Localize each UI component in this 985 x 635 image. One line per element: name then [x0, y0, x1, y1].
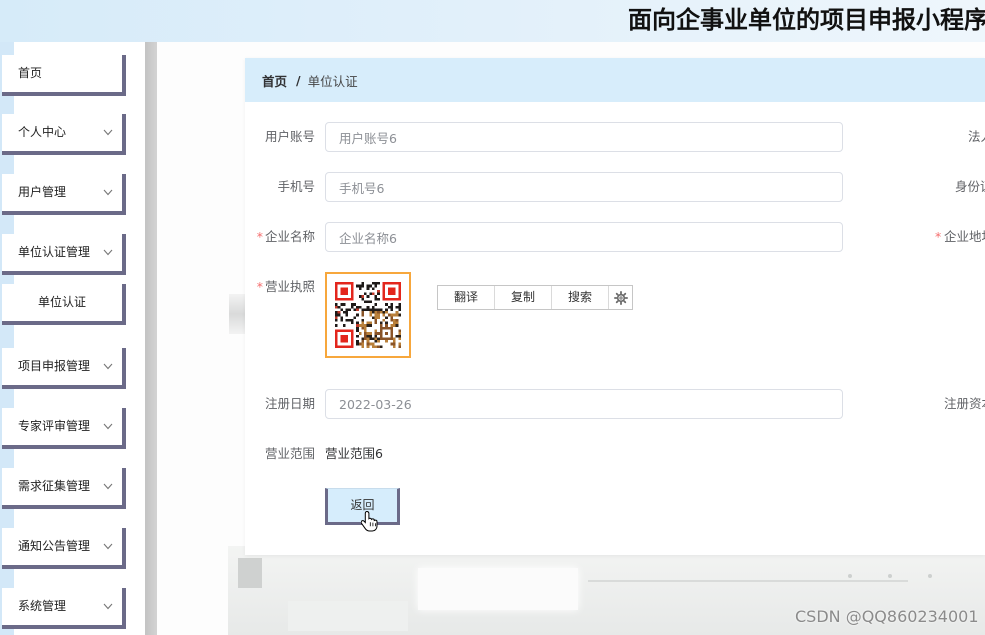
- form-label-company-address: *企业地址: [935, 222, 985, 252]
- background-shape: [928, 574, 932, 578]
- form-label-text: 企业地址: [944, 229, 985, 244]
- background-shape: [418, 568, 578, 610]
- sidebar-item-label: 个人中心: [18, 125, 67, 139]
- sidebar-item-expert-review-management[interactable]: 专家评审管理: [2, 408, 126, 449]
- sidebar-item-project-application-management[interactable]: 项目申报管理: [2, 348, 126, 389]
- required-mark: *: [935, 229, 942, 244]
- background-shape: [848, 574, 852, 578]
- background-shape: [288, 601, 408, 631]
- hand-pointer-icon: [361, 510, 378, 532]
- form-label-legal-person: 法人: [968, 129, 985, 144]
- search-button[interactable]: 搜索: [552, 286, 609, 309]
- sidebar-item-personal-center[interactable]: 个人中心: [2, 114, 126, 155]
- app-title: 面向企事业单位的项目申报小程序: [628, 6, 985, 34]
- phone-field[interactable]: [325, 172, 843, 202]
- sidebar-item-demand-collection-management[interactable]: 需求征集管理: [2, 468, 126, 509]
- form-label-id-card: 身份证: [955, 179, 985, 194]
- form-label-text: 营业执照: [264, 279, 315, 294]
- sidebar-item-system-management[interactable]: 系统管理: [2, 588, 126, 629]
- background-shape: [888, 574, 892, 578]
- sidebar-item-notice-management[interactable]: 通知公告管理: [2, 528, 126, 569]
- sidebar-divider: [145, 42, 157, 635]
- settings-button[interactable]: [609, 286, 632, 309]
- chevron-down-icon: [103, 543, 113, 550]
- form-label-registration-date: 注册日期: [264, 396, 315, 411]
- sidebar-item-label: 项目申报管理: [18, 359, 91, 373]
- form-label-business-scope: 营业范围: [264, 446, 315, 461]
- sidebar-item-label: 用户管理: [18, 185, 67, 199]
- breadcrumb: 首页 / 单位认证: [245, 58, 985, 102]
- app-header: 面向企事业单位的项目申报小程序: [0, 0, 985, 42]
- company-name-field[interactable]: [325, 222, 843, 252]
- breadcrumb-current: 单位认证: [307, 73, 358, 89]
- account-field[interactable]: [325, 122, 843, 152]
- sidebar: 首页 个人中心 用户管理 单位认证管理 单位认证 项目申报管理 专家评审管理 需…: [0, 42, 145, 635]
- chevron-down-icon: [103, 189, 113, 196]
- sidebar-item-label: 需求征集管理: [18, 479, 91, 493]
- business-license-image[interactable]: [325, 272, 411, 358]
- chevron-down-icon: [103, 129, 113, 136]
- background-shape: [588, 580, 908, 582]
- chevron-down-icon: [103, 483, 113, 490]
- sidebar-item-home[interactable]: 首页: [2, 55, 126, 96]
- form-label-registered-capital: 注册资本: [944, 396, 985, 411]
- watermark: CSDN @QQ860234001: [795, 607, 979, 626]
- breadcrumb-separator: /: [296, 72, 301, 88]
- chevron-down-icon: [103, 249, 113, 256]
- sidebar-item-label: 单位认证: [37, 295, 86, 309]
- chevron-down-icon: [103, 363, 113, 370]
- selection-toolbar: 翻译 复制 搜索: [437, 285, 633, 310]
- sidebar-item-label: 单位认证管理: [18, 245, 91, 259]
- sidebar-item-unit-certification-management[interactable]: 单位认证管理: [2, 234, 126, 275]
- required-mark: *: [256, 229, 263, 244]
- form-label-account: 用户账号: [264, 129, 315, 144]
- form-label-phone: 手机号: [277, 179, 315, 194]
- sidebar-item-unit-certification[interactable]: 单位认证: [2, 284, 126, 325]
- registration-date-field[interactable]: [325, 389, 843, 419]
- gear-icon: [613, 290, 628, 305]
- breadcrumb-home[interactable]: 首页: [262, 71, 287, 90]
- chevron-down-icon: [103, 423, 113, 430]
- business-scope-value: 营业范围6: [325, 446, 383, 461]
- sidebar-item-user-management[interactable]: 用户管理: [2, 174, 126, 215]
- sidebar-item-label: 通知公告管理: [18, 539, 91, 553]
- qr-code-image: [335, 282, 401, 348]
- required-mark: *: [256, 279, 263, 294]
- sidebar-item-label: 系统管理: [18, 599, 67, 613]
- translate-button[interactable]: 翻译: [438, 286, 495, 309]
- chevron-down-icon: [103, 603, 113, 610]
- sidebar-item-label: 专家评审管理: [18, 419, 91, 433]
- copy-button[interactable]: 复制: [495, 286, 552, 309]
- background-shape: [238, 558, 262, 588]
- form-label-text: 企业名称: [264, 229, 315, 244]
- sidebar-item-label: 首页: [18, 66, 43, 80]
- app-window: 面向企事业单位的项目申报小程序 首页 个人中心 用户管理 单位认证管理 单位认证…: [0, 0, 985, 635]
- main-card: 首页 / 单位认证 用户账号 手机号 *企业名称 *营业执照 翻译 复制 搜索: [245, 58, 985, 555]
- form-label-company-name: * 企业名称: [245, 222, 315, 252]
- background-shape: [229, 294, 245, 334]
- form-label-business-license: * 营业执照: [245, 272, 315, 302]
